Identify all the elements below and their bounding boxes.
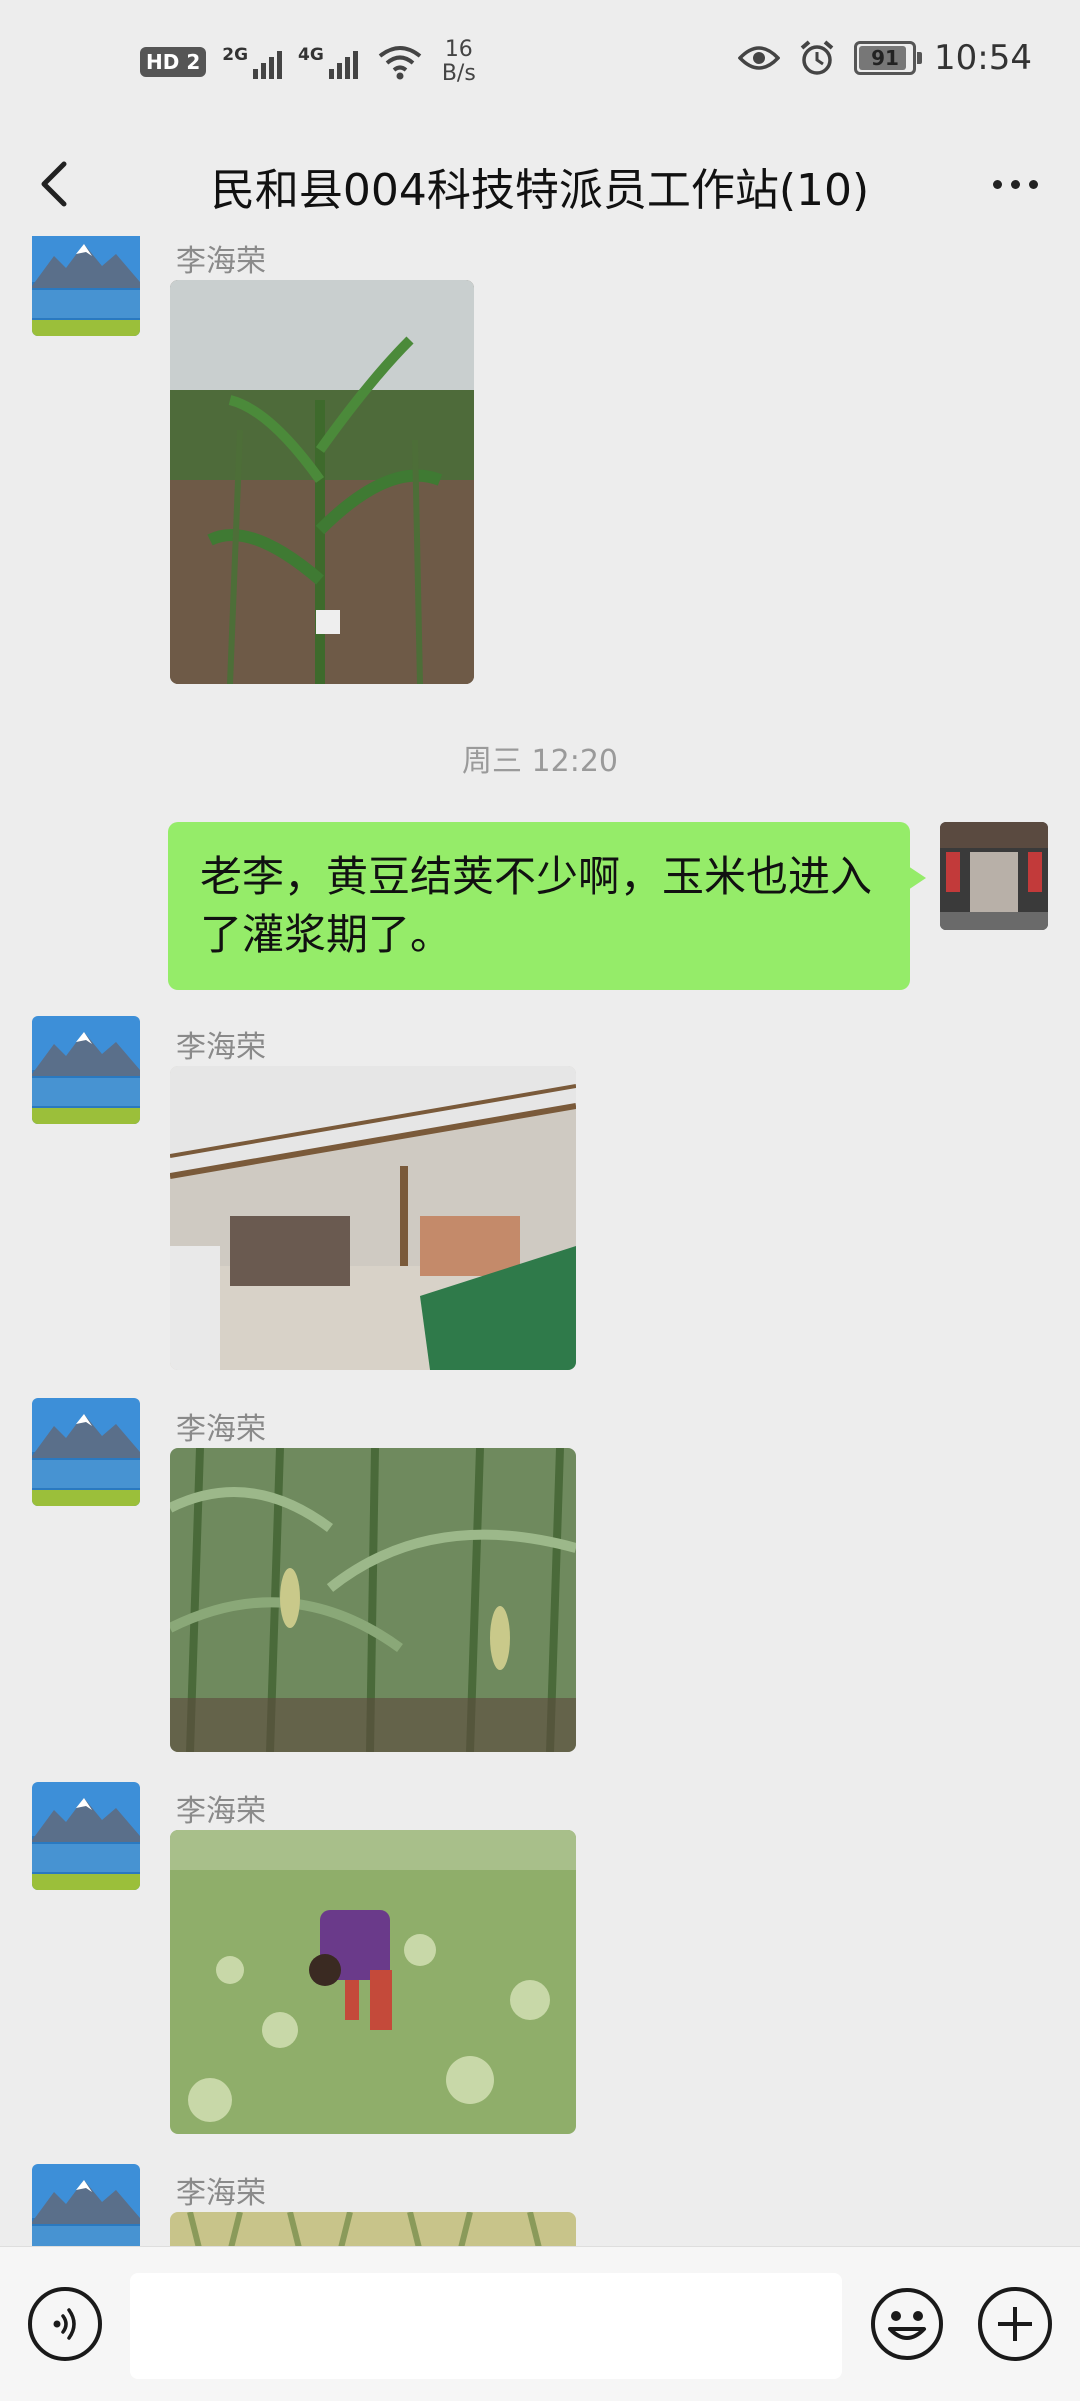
input-bar bbox=[0, 2246, 1080, 2401]
eye-icon bbox=[738, 46, 781, 70]
self-avatar[interactable] bbox=[940, 822, 1048, 930]
dot-icon bbox=[1028, 179, 1038, 189]
market-shed-avatar-icon bbox=[940, 822, 1048, 930]
cornfield-ears-photo bbox=[170, 1448, 576, 1752]
status-bar: HD 2 2G 4G 16 B/s 91 10:54 bbox=[0, 0, 1080, 132]
mountain-lake-avatar-icon bbox=[32, 1782, 140, 1890]
dot-icon bbox=[992, 179, 1002, 189]
cabbage-field-photo bbox=[170, 1830, 576, 2134]
dot-icon bbox=[1010, 179, 1020, 189]
timestamp: 周三 12:20 bbox=[462, 744, 618, 779]
sender-name: 李海荣 bbox=[176, 1030, 266, 1065]
voice-icon bbox=[53, 2308, 76, 2340]
corn-field-photo bbox=[170, 280, 474, 684]
hd-badge: HD 2 bbox=[140, 47, 207, 77]
chat-header: 民和县004科技特派员工作站(10) bbox=[0, 132, 1080, 236]
wifi-icon bbox=[378, 46, 422, 80]
more-options-button[interactable] bbox=[980, 150, 1050, 218]
sender-name: 李海荣 bbox=[176, 1794, 266, 1829]
message-list[interactable]: 李海荣 周三 12:20 老李，黄豆结荚不少啊，玉米也进入了灌浆期了。 李海荣 … bbox=[0, 236, 1080, 2246]
avatar[interactable] bbox=[32, 2164, 140, 2246]
network-speed: 16 B/s bbox=[441, 37, 476, 86]
sender-name: 李海荣 bbox=[176, 2176, 266, 2211]
shed-store-photo bbox=[170, 1066, 576, 1370]
mountain-lake-avatar-icon bbox=[32, 2164, 140, 2246]
message-photo[interactable] bbox=[170, 1066, 576, 1370]
more-functions-button[interactable] bbox=[978, 2287, 1052, 2361]
sender-name: 李海荣 bbox=[176, 244, 266, 279]
sender-name: 李海荣 bbox=[176, 1412, 266, 1447]
battery-icon: 91 bbox=[854, 41, 923, 75]
status-right: 91 10:54 bbox=[738, 38, 1032, 78]
mountain-lake-avatar-icon bbox=[32, 1398, 140, 1506]
message-photo[interactable] bbox=[170, 1830, 576, 2134]
self-message-bubble[interactable]: 老李，黄豆结荚不少啊，玉米也进入了灌浆期了。 bbox=[168, 822, 926, 990]
avatar[interactable] bbox=[32, 1782, 140, 1890]
chat-title: 民和县004科技特派员工作站(10) bbox=[210, 165, 870, 216]
mountain-lake-avatar-icon bbox=[32, 1016, 140, 1124]
message-photo[interactable] bbox=[170, 1448, 576, 1752]
message-photo[interactable] bbox=[170, 280, 474, 684]
voice-input-button[interactable] bbox=[28, 2287, 102, 2361]
message-input[interactable] bbox=[130, 2273, 842, 2379]
emoji-button[interactable] bbox=[870, 2287, 944, 2361]
signal-4g-icon: 4G bbox=[298, 45, 358, 79]
clock: 10:54 bbox=[934, 38, 1032, 78]
crop-field-photo bbox=[170, 2212, 576, 2246]
message-photo[interactable] bbox=[170, 2212, 576, 2246]
avatar[interactable] bbox=[32, 1016, 140, 1124]
mountain-lake-avatar-icon bbox=[32, 236, 140, 336]
alarm-icon bbox=[800, 40, 834, 75]
avatar[interactable] bbox=[32, 236, 140, 336]
status-left: HD 2 2G 4G 16 B/s bbox=[140, 38, 476, 86]
signal-2g-icon: 2G bbox=[222, 45, 283, 79]
avatar[interactable] bbox=[32, 1398, 140, 1506]
